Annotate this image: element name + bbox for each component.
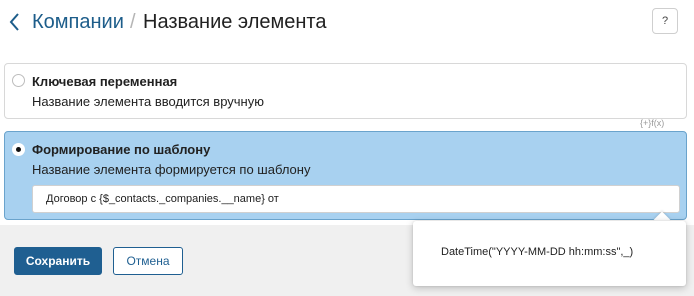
radio-checked-icon[interactable]: [12, 143, 25, 156]
function-suggestion-item[interactable]: DateTime("YYYY-MM-DD hh:mm:ss",_): [441, 245, 633, 259]
options-panel: Ключевая переменная Название элемента вв…: [0, 50, 694, 225]
cancel-button[interactable]: Отмена: [113, 247, 183, 275]
function-icon[interactable]: {+}f(x): [640, 118, 664, 128]
option-description: Название элемента формируется по шаблону: [32, 162, 311, 177]
radio-dot: [16, 147, 21, 152]
template-input[interactable]: Договор с {$_contacts._companies.__name}…: [32, 185, 680, 213]
breadcrumb-companies-link[interactable]: Компании: [32, 10, 124, 34]
page-title: Название элемента: [143, 11, 327, 33]
option-template[interactable]: Формирование по шаблону Название элемент…: [4, 131, 687, 220]
help-button[interactable]: ?: [652, 8, 678, 34]
option-description: Название элемента вводится вручную: [32, 94, 264, 109]
page-header: Компании / Название элемента ?: [0, 0, 694, 50]
function-suggestion-popup[interactable]: DateTime("YYYY-MM-DD hh:mm:ss",_): [413, 221, 686, 286]
breadcrumb-separator: /: [130, 11, 136, 33]
chevron-left-icon[interactable]: [8, 11, 22, 33]
option-title: Ключевая переменная: [32, 74, 178, 89]
save-button[interactable]: Сохранить: [14, 247, 102, 275]
option-title: Формирование по шаблону: [32, 142, 211, 157]
option-key-variable[interactable]: Ключевая переменная Название элемента вв…: [4, 63, 687, 119]
question-icon: ?: [661, 15, 669, 27]
radio-unchecked-icon[interactable]: [12, 74, 25, 87]
